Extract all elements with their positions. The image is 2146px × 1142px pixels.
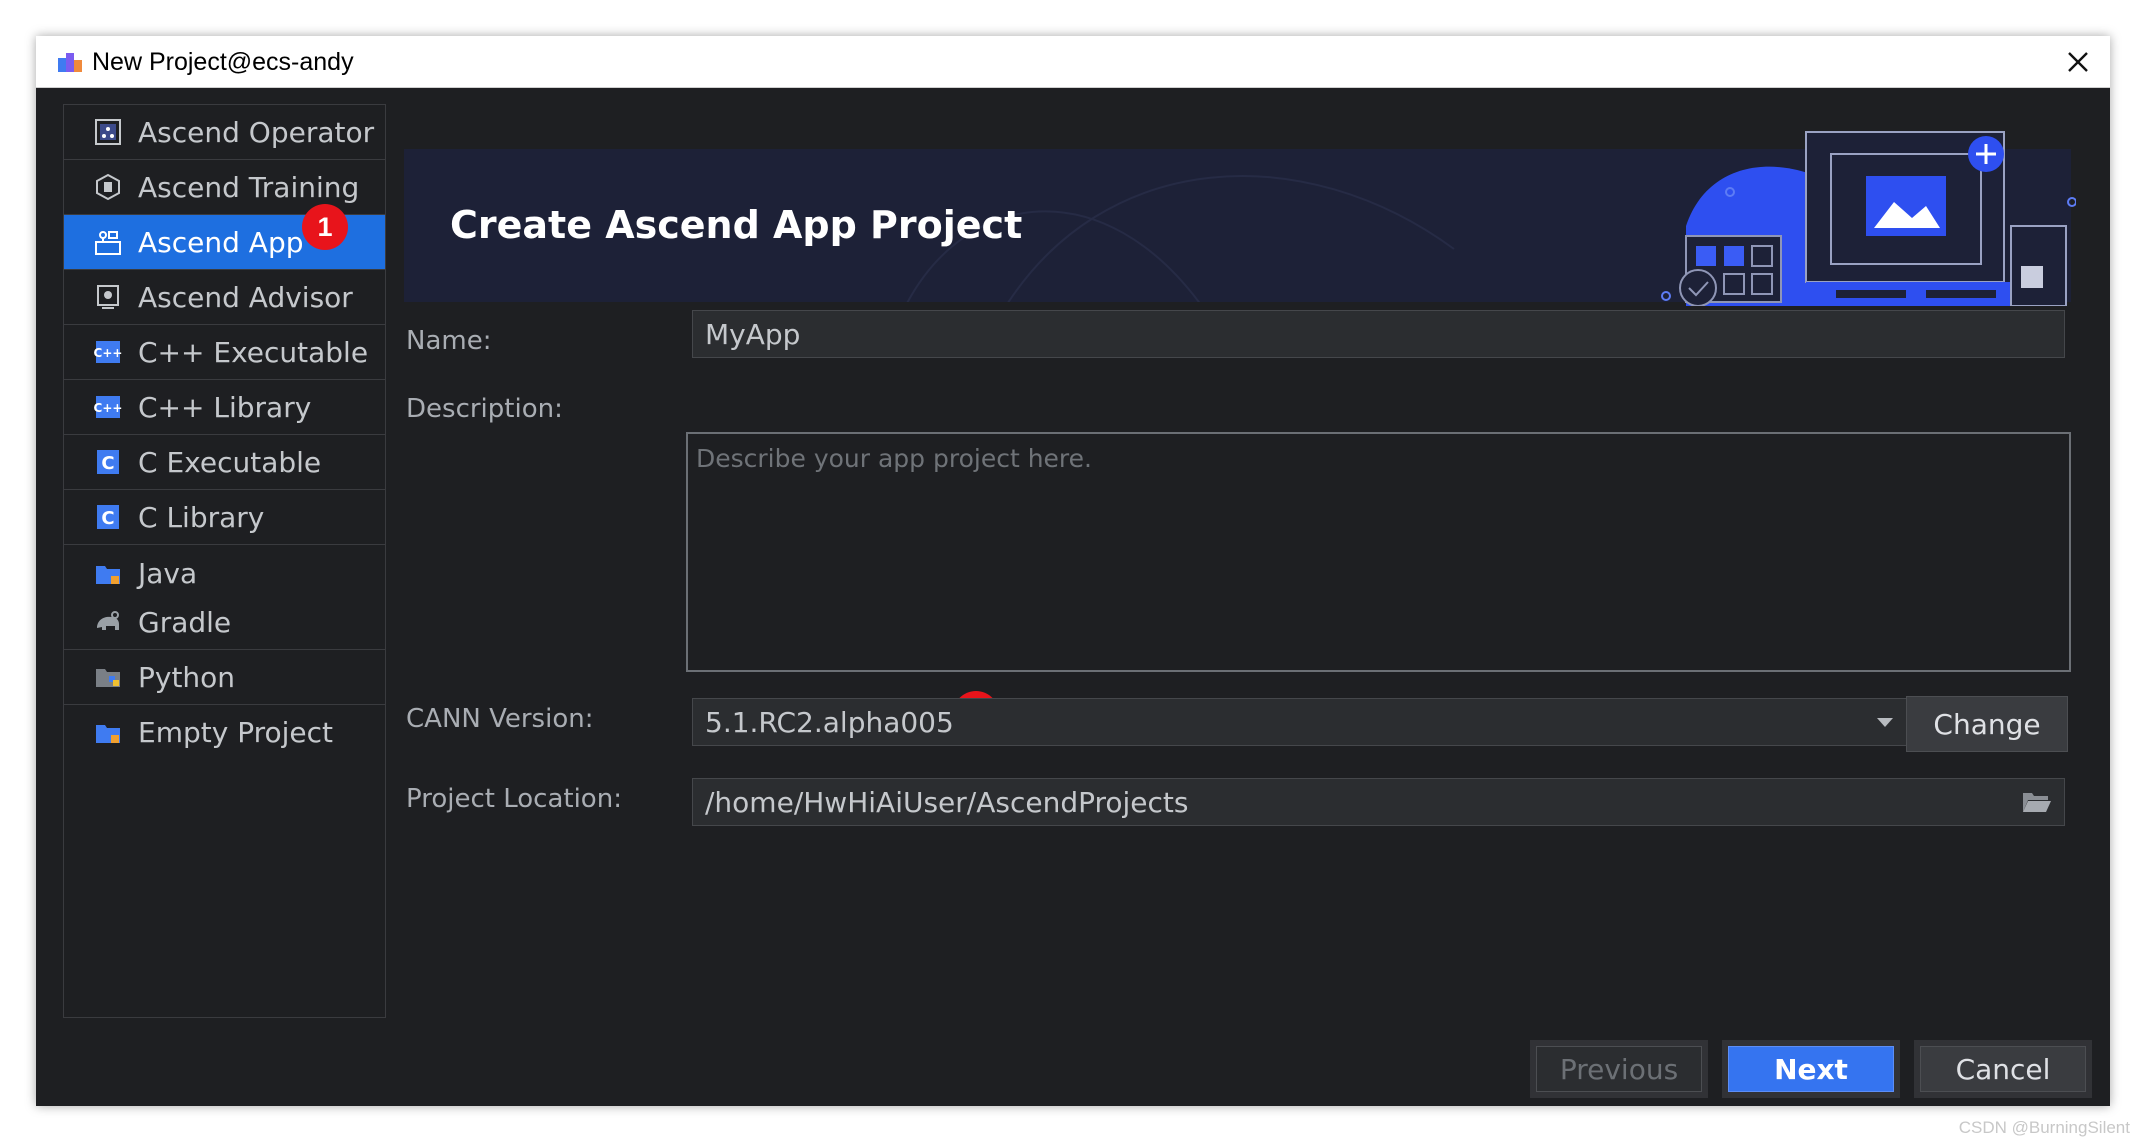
svg-text:C++: C++ bbox=[94, 346, 122, 360]
sidebar-item-empty-project[interactable]: Empty Project bbox=[64, 705, 385, 760]
cancel-button[interactable]: Cancel bbox=[1920, 1046, 2086, 1092]
name-label: Name: bbox=[406, 326, 492, 356]
ascend-training-icon bbox=[96, 173, 120, 201]
project-location-label: Project Location: bbox=[406, 784, 622, 814]
sidebar-item-label: Java bbox=[138, 557, 198, 590]
svg-text:C++: C++ bbox=[94, 401, 122, 415]
sidebar-item-label: Gradle bbox=[138, 605, 232, 639]
sidebar-item-label: Empty Project bbox=[138, 716, 333, 749]
gradle-elephant-icon bbox=[97, 611, 119, 630]
sidebar-item-ascend-advisor[interactable]: Ascend Advisor bbox=[64, 270, 385, 325]
description-label: Description: bbox=[406, 394, 563, 424]
cpp-library-icon: C++ bbox=[94, 396, 122, 418]
name-input-value: MyApp bbox=[705, 317, 801, 351]
sidebar-item-label: Python bbox=[138, 660, 236, 694]
window-title: New Project@ecs-andy bbox=[92, 48, 354, 76]
c-executable-icon: C bbox=[97, 450, 119, 474]
folder-browse-icon[interactable] bbox=[2022, 790, 2052, 814]
c-library-icon: C bbox=[97, 505, 119, 529]
banner-title: Create Ascend App Project bbox=[450, 203, 1023, 247]
sidebar-item-java[interactable]: Java bbox=[64, 546, 385, 601]
title-bar: New Project@ecs-andy bbox=[36, 36, 2110, 88]
cpp-executable-icon: C++ bbox=[94, 341, 122, 363]
project-location-input[interactable]: /home/HwHiAiUser/AscendProjects bbox=[692, 778, 2065, 826]
change-button[interactable]: Change bbox=[1906, 696, 2068, 752]
sidebar-item-label: Ascend Advisor bbox=[138, 280, 353, 314]
watermark: CSDN @BurningSilent bbox=[1958, 1118, 2130, 1137]
project-illustration bbox=[1661, 131, 2076, 306]
ide-app-icon bbox=[58, 53, 82, 72]
sidebar-item-label: Ascend Training bbox=[138, 170, 360, 204]
ascend-app-icon bbox=[95, 231, 121, 255]
ascend-operator-icon bbox=[95, 119, 121, 145]
description-textarea[interactable]: Describe your app project here. bbox=[686, 432, 2071, 672]
project-location-value: /home/HwHiAiUser/AscendProjects bbox=[705, 785, 1189, 819]
previous-button[interactable]: Previous bbox=[1536, 1046, 1702, 1092]
java-folder-icon bbox=[96, 565, 120, 584]
python-folder-icon bbox=[96, 669, 120, 687]
sidebar-item-label: C++ Executable bbox=[138, 335, 369, 369]
sidebar-item-c-library[interactable]: C C Library bbox=[64, 490, 385, 545]
step-marker-1: 1 bbox=[302, 204, 348, 250]
cann-version-select[interactable]: 5.1.RC2.alpha005 bbox=[692, 698, 1908, 746]
cann-version-label: CANN Version: bbox=[406, 704, 594, 734]
ascend-advisor-icon bbox=[97, 285, 119, 309]
next-button[interactable]: Next bbox=[1728, 1046, 1894, 1092]
name-input[interactable]: MyApp bbox=[692, 310, 2065, 358]
sidebar-item-python[interactable]: Python bbox=[64, 650, 385, 705]
description-placeholder: Describe your app project here. bbox=[696, 444, 1092, 473]
svg-text:C: C bbox=[101, 453, 114, 474]
sidebar-item-ascend-operator[interactable]: Ascend Operator bbox=[64, 105, 385, 160]
sidebar-item-cpp-library[interactable]: C++ C++ Library bbox=[64, 380, 385, 435]
cann-version-value: 5.1.RC2.alpha005 bbox=[705, 705, 954, 739]
new-project-dialog: New Project@ecs-andy Ascend Operator Asc… bbox=[36, 36, 2110, 1106]
sidebar-item-label: C Executable bbox=[138, 445, 322, 479]
sidebar-item-label: Ascend Operator bbox=[138, 115, 375, 149]
chevron-down-icon[interactable] bbox=[1877, 716, 1893, 728]
empty-project-folder-icon bbox=[96, 724, 120, 743]
sidebar-item-gradle[interactable]: Gradle bbox=[64, 595, 385, 650]
svg-text:C: C bbox=[101, 508, 114, 529]
sidebar-item-label: Ascend App bbox=[138, 225, 304, 259]
sidebar-item-cpp-executable[interactable]: C++ C++ Executable bbox=[64, 325, 385, 380]
sidebar-item-label: C++ Library bbox=[138, 390, 312, 424]
sidebar-item-label: C Library bbox=[138, 500, 265, 534]
close-icon[interactable] bbox=[2062, 46, 2094, 78]
sidebar-item-c-executable[interactable]: C C Executable bbox=[64, 435, 385, 490]
